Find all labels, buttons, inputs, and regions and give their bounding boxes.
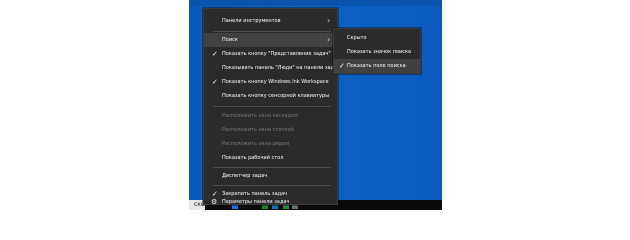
menu-item-label: Показать рабочий стол bbox=[222, 155, 284, 161]
menu-separator bbox=[213, 185, 331, 186]
chevron-right-icon: › bbox=[327, 35, 331, 44]
menu-item-stack-windows: Расположить окна стопкой bbox=[204, 123, 337, 137]
desktop-top-edge bbox=[189, 0, 442, 6]
menu-separator bbox=[213, 31, 331, 32]
gear-icon: ⚙ bbox=[211, 198, 218, 206]
menu-item-label: Расположить окна стопкой bbox=[222, 127, 294, 133]
taskbar-context-menu: Панели инструментов › Поиск › ✓ Показать… bbox=[203, 8, 341, 206]
check-icon: ✓ bbox=[212, 78, 218, 86]
submenu-item-show-search-icon[interactable]: Показать значок поиска bbox=[334, 45, 420, 59]
menu-item-label: Поиск bbox=[222, 37, 238, 43]
menu-item-label: Показывать панель "Люди" на панели задач bbox=[222, 65, 341, 71]
menu-item-label: Расположить окна рядом bbox=[222, 141, 290, 147]
menu-separator bbox=[213, 167, 331, 168]
menu-item-show-ink-workspace[interactable]: ✓ Показать кнопку Windows Ink Workspace bbox=[204, 75, 337, 89]
menu-item-taskbar-settings[interactable]: ⚙ Параметры панели задач bbox=[204, 198, 337, 206]
menu-item-toolbars[interactable]: Панели инструментов › bbox=[204, 14, 337, 28]
menu-item-label: Расположить окна каскадом bbox=[222, 113, 298, 119]
menu-item-label: Показать кнопку Windows Ink Workspace bbox=[222, 79, 329, 85]
menu-item-show-touch-keyboard[interactable]: Показать кнопку сенсорной клавиатуры bbox=[204, 89, 337, 103]
submenu-item-label: Скрыто bbox=[347, 35, 367, 41]
menu-item-show-task-view[interactable]: ✓ Показать кнопку "Представление задач" bbox=[204, 47, 337, 61]
submenu-item-label: Показать поле поиска bbox=[347, 63, 406, 69]
search-submenu: Скрыто Показать значок поиска ✓ Показать… bbox=[333, 28, 421, 74]
submenu-item-label: Показать значок поиска bbox=[347, 49, 412, 55]
menu-item-cascade-windows: Расположить окна каскадом bbox=[204, 109, 337, 123]
check-icon: ✓ bbox=[212, 50, 218, 58]
menu-item-side-by-side: Расположить окна рядом bbox=[204, 137, 337, 151]
menu-item-search[interactable]: Поиск › bbox=[204, 33, 337, 47]
menu-separator bbox=[213, 106, 331, 107]
menu-item-show-desktop[interactable]: Показать рабочий стол bbox=[204, 151, 337, 165]
menu-item-label: Показать кнопку "Представление задач" bbox=[222, 51, 331, 57]
check-icon: ✓ bbox=[339, 62, 345, 70]
menu-item-label: Показать кнопку сенсорной клавиатуры bbox=[222, 93, 330, 99]
menu-item-label: Параметры панели задач bbox=[222, 199, 290, 205]
menu-item-label: Панели инструментов bbox=[222, 18, 281, 24]
menu-item-label: Диспетчер задач bbox=[222, 173, 268, 179]
submenu-item-hidden[interactable]: Скрыто bbox=[334, 31, 420, 45]
chevron-right-icon: › bbox=[327, 16, 331, 25]
submenu-item-show-search-box[interactable]: ✓ Показать поле поиска bbox=[334, 59, 420, 73]
menu-item-show-people[interactable]: Показывать панель "Люди" на панели задач bbox=[204, 61, 341, 75]
menu-item-task-manager[interactable]: Диспетчер задач bbox=[204, 169, 337, 183]
